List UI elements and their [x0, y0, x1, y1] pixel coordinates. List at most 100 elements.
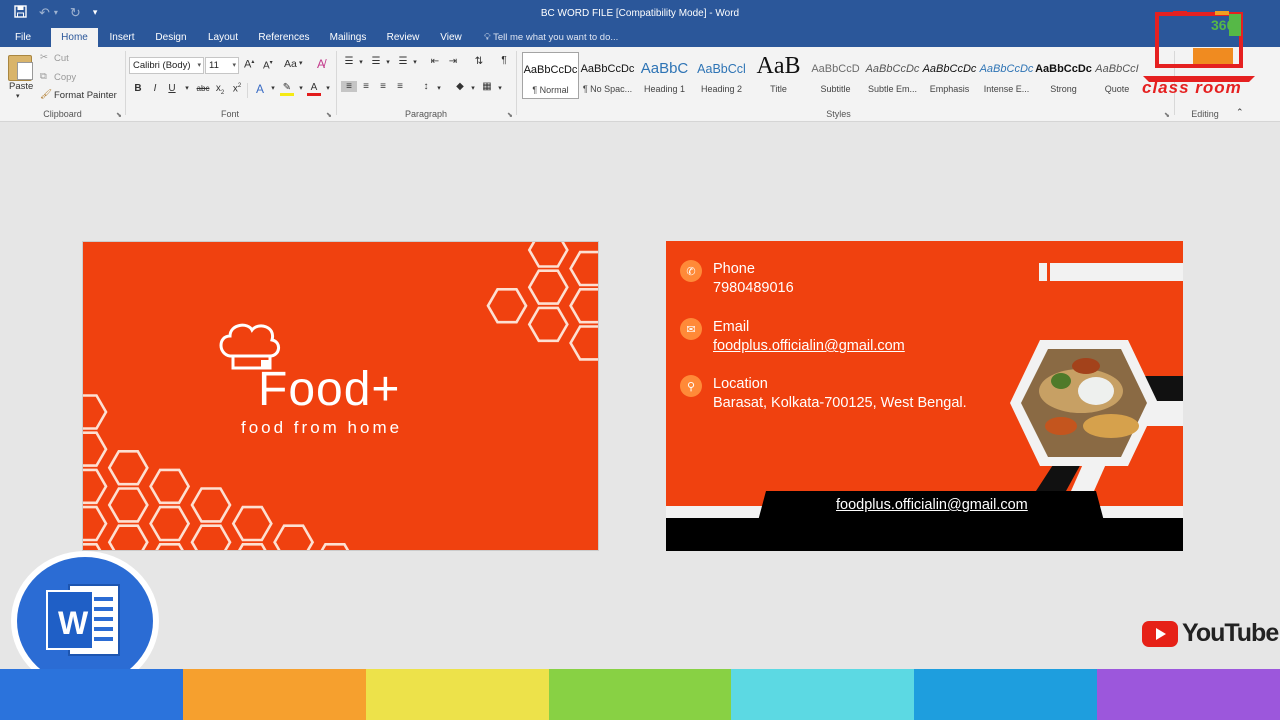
justify-icon[interactable]: ≡ — [393, 81, 407, 92]
group-divider — [125, 51, 126, 115]
underline-icon[interactable]: U — [165, 83, 179, 94]
multilevel-dropdown-icon[interactable]: ▾ — [408, 58, 422, 66]
clipboard-launcher-icon[interactable]: ⬊ — [116, 111, 122, 119]
underline-dropdown-icon[interactable]: ▾ — [180, 84, 194, 92]
format-painter-icon[interactable]: 🖌︎ — [40, 89, 52, 100]
font-name-combo[interactable]: Calibri (Body) ▾ — [129, 57, 204, 74]
copy-icon[interactable]: ⧉ — [40, 71, 47, 82]
contact-location: ⚲ Location Barasat, Kolkata-700125, West… — [680, 375, 967, 413]
cut-button[interactable]: Cut — [54, 53, 69, 64]
hexagon-shape — [527, 269, 569, 305]
style-preview: AaBbCcD — [811, 63, 860, 75]
tell-me-box[interactable]: 💡︎ Tell me what you want to do... — [484, 28, 618, 47]
increase-indent-icon[interactable]: ⇥ — [446, 56, 460, 67]
style-no-spacing[interactable]: AaBbCcDc ¶ No Spac... — [579, 52, 636, 99]
lightbulb-icon: 💡︎ — [484, 32, 491, 43]
location-text: Location Barasat, Kolkata-700125, West B… — [713, 375, 967, 413]
cut-icon[interactable]: ✂︎ — [40, 52, 48, 63]
style-intense-emphasis[interactable]: AaBbCcDc Intense E... — [978, 52, 1035, 99]
collapse-ribbon-icon[interactable]: ⌃ — [1236, 107, 1244, 118]
italic-icon[interactable]: I — [148, 83, 162, 94]
grow-font-icon[interactable]: A▴ — [244, 58, 254, 71]
font-color-icon[interactable]: A — [307, 82, 321, 96]
email-text: Email foodplus.officialin@gmail.com — [713, 318, 905, 356]
borders-icon[interactable]: ▦ — [480, 81, 494, 92]
font-launcher-icon[interactable]: ⬊ — [326, 111, 332, 119]
subscript-icon[interactable]: x2 — [213, 83, 227, 96]
sort-icon[interactable]: ⇅ — [472, 56, 486, 67]
tab-mailings[interactable]: Mailings — [322, 28, 374, 47]
align-center-icon[interactable]: ≡ — [359, 81, 373, 92]
tab-insert[interactable]: Insert — [102, 28, 142, 47]
text-effects-icon[interactable]: A — [253, 82, 267, 96]
paste-dropdown-icon[interactable]: ▾ — [16, 92, 20, 100]
shrink-font-icon[interactable]: A▾ — [263, 59, 273, 71]
business-card-front[interactable]: Food+ food from home — [82, 241, 599, 551]
tab-layout[interactable]: Layout — [201, 28, 245, 47]
group-divider — [516, 51, 517, 115]
youtube-logo: YouTube — [1142, 619, 1279, 648]
tab-design[interactable]: Design — [148, 28, 194, 47]
style-emphasis[interactable]: AaBbCcDc Emphasis — [921, 52, 978, 99]
bold-icon[interactable]: B — [131, 83, 145, 94]
hexagon-shape — [237, 542, 267, 550]
phone-value: 7980489016 — [713, 280, 794, 296]
business-card-back[interactable]: ✆ Phone 7980489016 ✉ Email foodplus.offi… — [666, 241, 1183, 551]
change-case-dropdown-icon[interactable]: ▾ — [299, 59, 303, 67]
shading-dropdown-icon[interactable]: ▾ — [466, 84, 480, 92]
hexagon-shape — [190, 524, 232, 550]
tab-review[interactable]: Review — [380, 28, 426, 47]
tell-me-placeholder: Tell me what you want to do... — [493, 32, 619, 43]
clear-formatting-icon[interactable]: A̸ — [317, 57, 325, 71]
decrease-indent-icon[interactable]: ⇤ — [428, 56, 442, 67]
tab-references[interactable]: References — [252, 28, 316, 47]
line-spacing-icon[interactable]: ↕ — [419, 81, 433, 92]
highlight-dropdown-icon[interactable]: ▾ — [294, 84, 308, 92]
footer-email-link[interactable]: foodplus.officialin@gmail.com — [836, 497, 1028, 513]
style-title[interactable]: AaB Title — [750, 52, 807, 99]
style-strong[interactable]: AaBbCcDc Strong — [1035, 52, 1092, 99]
bullets-dropdown-icon[interactable]: ▾ — [354, 58, 368, 66]
paste-button[interactable]: Paste — [9, 81, 33, 92]
align-right-icon[interactable]: ≡ — [376, 81, 390, 92]
tab-file[interactable]: File — [5, 28, 41, 47]
highlight-icon[interactable]: ✎ — [280, 82, 294, 96]
style-heading-1[interactable]: AaBbC Heading 1 — [636, 52, 693, 99]
paste-icon[interactable] — [8, 55, 33, 81]
style-quote[interactable]: AaBbCcI Quote — [1092, 52, 1142, 99]
font-color-dropdown-icon[interactable]: ▾ — [321, 84, 335, 92]
shading-icon[interactable]: ◆ — [453, 81, 467, 92]
hexagon-shape — [107, 487, 149, 523]
strikethrough-icon[interactable]: abc — [195, 84, 211, 93]
style-subtle-emphasis[interactable]: AaBbCcDc Subtle Em... — [864, 52, 921, 99]
hexagon-shape — [273, 524, 315, 550]
hexagon-shape — [83, 431, 108, 467]
format-painter-button[interactable]: Format Painter — [54, 90, 117, 101]
style-subtitle[interactable]: AaBbCcD Subtitle — [807, 52, 864, 99]
change-case-button[interactable]: Aa — [284, 58, 297, 70]
class-room-logo-art: 360 — [1143, 11, 1255, 82]
superscript-icon[interactable]: x2 — [230, 83, 244, 94]
borders-dropdown-icon[interactable]: ▾ — [493, 84, 507, 92]
show-formatting-icon[interactable]: ¶ — [497, 55, 511, 66]
contact-email: ✉ Email foodplus.officialin@gmail.com — [680, 318, 905, 356]
style-normal[interactable]: AaBbCcDc ¶ Normal — [522, 52, 579, 99]
brand-name: Food+ — [258, 363, 401, 416]
tab-view[interactable]: View — [432, 28, 470, 47]
text-effects-dropdown-icon[interactable]: ▾ — [266, 84, 280, 92]
style-preview: AaBbCcDc — [865, 63, 920, 75]
font-size-combo[interactable]: 11 ▾ — [205, 57, 239, 74]
numbering-dropdown-icon[interactable]: ▾ — [381, 58, 395, 66]
style-preview: AaBbCcl — [697, 62, 746, 76]
email-link[interactable]: foodplus.officialin@gmail.com — [713, 337, 905, 356]
copy-button[interactable]: Copy — [54, 72, 76, 83]
align-left-icon[interactable]: ≡ — [341, 81, 357, 92]
style-heading-2[interactable]: AaBbCcl Heading 2 — [693, 52, 750, 99]
paragraph-launcher-icon[interactable]: ⬊ — [507, 111, 513, 119]
styles-launcher-icon[interactable]: ⬊ — [1164, 111, 1170, 119]
style-name: Heading 1 — [643, 84, 686, 94]
line-spacing-dropdown-icon[interactable]: ▾ — [432, 84, 446, 92]
color-segment — [914, 669, 1098, 720]
ribbon-home: Paste ▾ ✂︎ Cut ⧉ Copy 🖌︎ Format Painter … — [0, 47, 1280, 122]
tab-home[interactable]: Home — [51, 28, 98, 47]
